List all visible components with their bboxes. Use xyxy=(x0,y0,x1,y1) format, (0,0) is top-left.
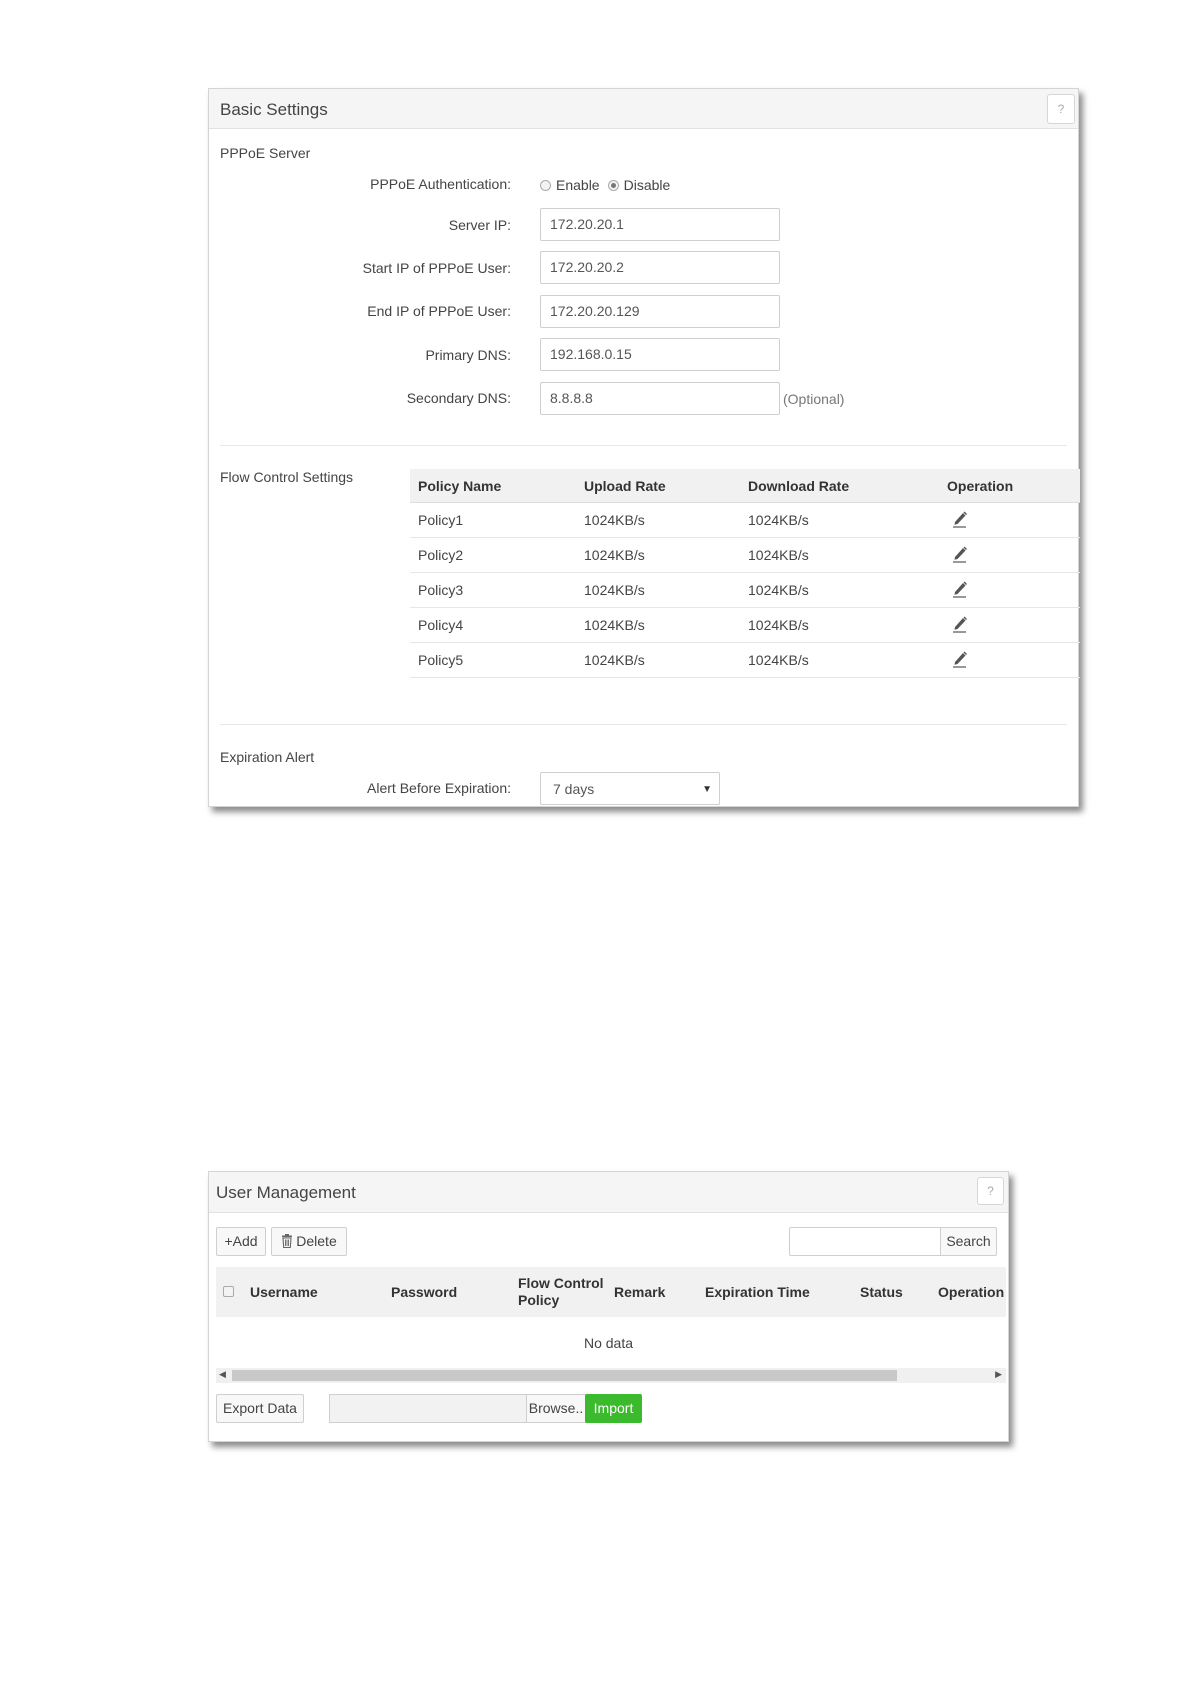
policy-name-cell: Policy2 xyxy=(418,547,464,563)
scroll-left-arrow-icon[interactable]: ◀ xyxy=(219,1369,226,1380)
end-ip-label: End IP of PPPoE User: xyxy=(367,303,511,319)
column-header-operation: Operation xyxy=(947,478,1014,494)
end-ip-input[interactable]: 172.20.20.129 xyxy=(540,295,780,328)
export-data-button-label: Export Data xyxy=(223,1400,297,1416)
panel-title: Basic Settings xyxy=(220,100,328,119)
select-all-checkbox[interactable] xyxy=(223,1286,234,1297)
policy-name-cell: Policy5 xyxy=(418,652,464,668)
upload-rate-cell: 1024KB/s xyxy=(584,512,645,528)
add-button-label: +Add xyxy=(224,1233,258,1249)
column-header-upload-rate: Upload Rate xyxy=(584,478,666,494)
policy-name-cell: Policy4 xyxy=(418,617,464,633)
download-rate-cell: 1024KB/s xyxy=(748,617,809,633)
alert-before-expiration-select[interactable]: 7 days ▼ xyxy=(540,772,720,805)
upload-rate-cell: 1024KB/s xyxy=(584,652,645,668)
server-ip-label: Server IP: xyxy=(448,217,511,233)
horizontal-scrollbar[interactable]: ◀ ▶ xyxy=(216,1368,1006,1383)
policy-table: Policy Name Upload Rate Download Rate Op… xyxy=(410,469,1080,678)
table-row: Policy2 1024KB/s 1024KB/s xyxy=(410,538,1080,573)
panel-title: User Management xyxy=(216,1183,356,1202)
scrollbar-thumb[interactable] xyxy=(232,1370,897,1381)
policy-name-cell: Policy3 xyxy=(418,582,464,598)
column-header-expiration-time: Expiration Time xyxy=(705,1284,810,1300)
secondary-dns-label: Secondary DNS: xyxy=(406,390,511,406)
search-input[interactable] xyxy=(789,1227,941,1256)
table-row: Policy1 1024KB/s 1024KB/s xyxy=(410,503,1080,538)
enable-radio-label[interactable]: Enable xyxy=(556,177,600,193)
alert-select-value: 7 days xyxy=(553,781,595,797)
delete-button-label: Delete xyxy=(296,1233,337,1249)
column-header-password: Password xyxy=(391,1284,458,1300)
column-header-download-rate: Download Rate xyxy=(748,478,850,494)
no-data-message: No data xyxy=(583,1335,634,1351)
download-rate-cell: 1024KB/s xyxy=(748,582,809,598)
column-header-operation: Operation xyxy=(938,1284,1005,1300)
column-header-policy-name: Policy Name xyxy=(418,478,502,494)
pppoe-auth-radio-group: Enable Disable xyxy=(540,177,678,193)
delete-button[interactable]: Delete xyxy=(271,1227,347,1256)
section-label-expiration-alert: Expiration Alert xyxy=(220,749,315,765)
search-button[interactable]: Search xyxy=(940,1227,997,1256)
edit-pencil-icon[interactable] xyxy=(952,580,968,598)
download-rate-cell: 1024KB/s xyxy=(748,652,809,668)
section-label-flow-control: Flow Control Settings xyxy=(220,469,354,485)
optional-note: (Optional) xyxy=(783,391,845,407)
scroll-right-arrow-icon[interactable]: ▶ xyxy=(995,1369,1002,1380)
help-button[interactable]: ? xyxy=(1047,94,1075,124)
browse-button[interactable]: Browse.. xyxy=(526,1394,586,1423)
add-button[interactable]: +Add xyxy=(216,1227,266,1256)
user-table-header: Username Password Flow Control Policy Re… xyxy=(216,1267,1006,1317)
column-header-remark: Remark xyxy=(614,1284,666,1300)
disable-radio-label[interactable]: Disable xyxy=(624,177,671,193)
edit-pencil-icon[interactable] xyxy=(952,650,968,668)
section-label-pppoe-server: PPPoE Server xyxy=(220,145,311,161)
dropdown-arrow-icon: ▼ xyxy=(702,784,712,795)
user-management-panel: User Management ? +Add Delete Search Use… xyxy=(208,1171,1009,1442)
table-row: Policy4 1024KB/s 1024KB/s xyxy=(410,608,1080,643)
table-row: Policy5 1024KB/s 1024KB/s xyxy=(410,643,1080,678)
table-row: Policy3 1024KB/s 1024KB/s xyxy=(410,573,1080,608)
server-ip-input[interactable]: 172.20.20.1 xyxy=(540,208,780,241)
file-path-input[interactable] xyxy=(329,1394,527,1423)
column-header-username: Username xyxy=(250,1284,318,1300)
download-rate-cell: 1024KB/s xyxy=(748,512,809,528)
primary-dns-input[interactable]: 192.168.0.15 xyxy=(540,338,780,371)
import-button[interactable]: Import xyxy=(585,1394,642,1423)
start-ip-label: Start IP of PPPoE User: xyxy=(362,260,511,276)
disable-radio[interactable] xyxy=(607,179,619,191)
download-rate-cell: 1024KB/s xyxy=(748,547,809,563)
divider xyxy=(220,724,1067,725)
enable-radio[interactable] xyxy=(540,179,551,191)
secondary-dns-input[interactable]: 8.8.8.8 xyxy=(540,382,780,415)
help-button[interactable]: ? xyxy=(977,1177,1004,1205)
upload-rate-cell: 1024KB/s xyxy=(584,617,645,633)
column-header-flow-control-policy: Flow Control Policy xyxy=(518,1275,604,1308)
panel-header: Basic Settings ? xyxy=(209,89,1078,129)
policy-name-cell: Policy1 xyxy=(418,512,464,528)
table-header: Policy Name Upload Rate Download Rate Op… xyxy=(410,469,1080,503)
divider xyxy=(220,445,1067,446)
search-button-label: Search xyxy=(946,1233,991,1249)
edit-pencil-icon[interactable] xyxy=(952,545,968,563)
upload-rate-cell: 1024KB/s xyxy=(584,582,645,598)
panel-header: User Management ? xyxy=(209,1172,1008,1213)
trash-icon xyxy=(282,1234,293,1249)
pppoe-auth-label: PPPoE Authentication: xyxy=(370,176,511,192)
start-ip-input[interactable]: 172.20.20.2 xyxy=(540,251,780,284)
edit-pencil-icon[interactable] xyxy=(952,510,968,528)
edit-pencil-icon[interactable] xyxy=(952,615,968,633)
basic-settings-panel: Basic Settings ? PPPoE Server PPPoE Auth… xyxy=(208,88,1080,807)
column-header-status: Status xyxy=(860,1284,903,1300)
export-data-button[interactable]: Export Data xyxy=(216,1394,304,1423)
alert-before-expiration-label: Alert Before Expiration: xyxy=(367,780,511,796)
primary-dns-label: Primary DNS: xyxy=(425,347,511,363)
browse-button-label: Browse.. xyxy=(528,1400,584,1416)
import-button-label: Import xyxy=(593,1400,634,1416)
upload-rate-cell: 1024KB/s xyxy=(584,547,645,563)
policy-rows: Policy1 1024KB/s 1024KB/s Policy2 1024KB/s 10… xyxy=(410,503,1080,678)
